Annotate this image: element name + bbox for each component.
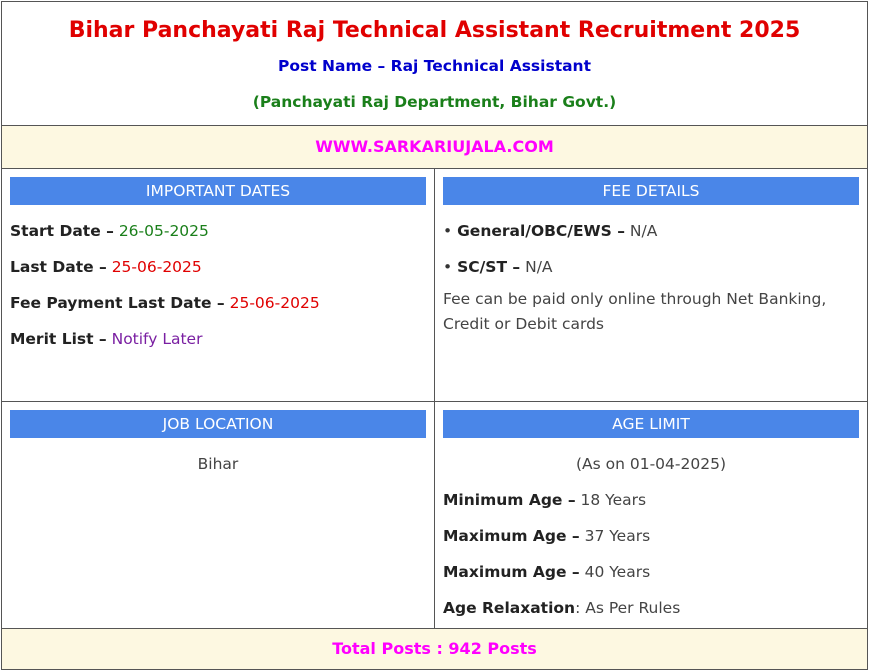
page-title: Bihar Panchayati Raj Technical Assistant… (68, 18, 801, 43)
age-row-max-2: Maximum Age – 40 Years (443, 562, 859, 582)
age-label: Age Relaxation (443, 599, 576, 617)
fee-label: SC/ST – (457, 258, 521, 276)
age-row-min: Minimum Age – 18 Years (443, 490, 859, 510)
fee-row-scst: • SC/ST – N/A (443, 257, 859, 277)
recruitment-table: Bihar Panchayati Raj Technical Assistant… (1, 1, 868, 670)
date-label: Fee Payment Last Date – (10, 294, 225, 312)
date-label: Start Date – (10, 222, 114, 240)
date-value: Notify Later (106, 330, 203, 348)
department-name: (Panchayati Raj Department, Bihar Govt.) (252, 93, 617, 111)
title-cell: Bihar Panchayati Raj Technical Assistant… (1, 1, 868, 126)
age-row-max: Maximum Age – 37 Years (443, 526, 859, 546)
date-label: Last Date – (10, 258, 107, 276)
date-row-merit: Merit List – Notify Later (10, 329, 426, 349)
fee-value: N/A (520, 258, 553, 276)
date-row-fee: Fee Payment Last Date – 25-06-2025 (10, 293, 426, 313)
fee-details-cell: FEE DETAILS • General/OBC/EWS – N/A • SC… (434, 168, 868, 402)
recruitment-page: Bihar Panchayati Raj Technical Assistant… (0, 0, 869, 670)
date-value: 26-05-2025 (113, 222, 209, 240)
age-limit-cell: AGE LIMIT (As on 01-04-2025) Minimum Age… (434, 401, 868, 629)
date-value: 25-06-2025 (106, 258, 202, 276)
total-posts-band: Total Posts : 942 Posts (1, 628, 868, 670)
bullet: • (443, 258, 458, 276)
fee-value: N/A (624, 222, 658, 240)
age-row-relaxation: Age Relaxation: As Per Rules (443, 598, 859, 618)
age-value: 18 Years (575, 491, 647, 509)
job-location-cell: JOB LOCATION Bihar (1, 401, 435, 629)
age-value: 37 Years (579, 527, 651, 545)
fee-row-general: • General/OBC/EWS – N/A (443, 221, 859, 241)
job-location-heading: JOB LOCATION (10, 410, 426, 438)
date-value: 25-06-2025 (224, 294, 320, 312)
job-location-value: Bihar (197, 455, 239, 473)
post-name: Post Name – Raj Technical Assistant (277, 57, 592, 75)
age-label: Minimum Age – (443, 491, 576, 509)
date-row-last: Last Date – 25-06-2025 (10, 257, 426, 277)
total-posts: Total Posts : 942 Posts (332, 639, 537, 658)
website-link[interactable]: WWW.SARKARIUJALA.COM (315, 137, 554, 156)
fee-details-heading: FEE DETAILS (443, 177, 859, 205)
date-label: Merit List – (10, 330, 107, 348)
fee-payment-note: Fee can be paid only online through Net … (443, 290, 827, 333)
date-row-start: Start Date – 26-05-2025 (10, 221, 426, 241)
age-label: Maximum Age – (443, 563, 580, 581)
important-dates-heading: IMPORTANT DATES (10, 177, 426, 205)
fee-label: General/OBC/EWS – (457, 222, 625, 240)
age-limit-heading: AGE LIMIT (443, 410, 859, 438)
age-value: : As Per Rules (575, 599, 681, 617)
bullet: • (443, 222, 458, 240)
age-as-on: (As on 01-04-2025) (575, 455, 726, 473)
age-value: 40 Years (579, 563, 651, 581)
important-dates-cell: IMPORTANT DATES Start Date – 26-05-2025 … (1, 168, 435, 402)
website-band: WWW.SARKARIUJALA.COM (1, 125, 868, 169)
age-label: Maximum Age – (443, 527, 580, 545)
